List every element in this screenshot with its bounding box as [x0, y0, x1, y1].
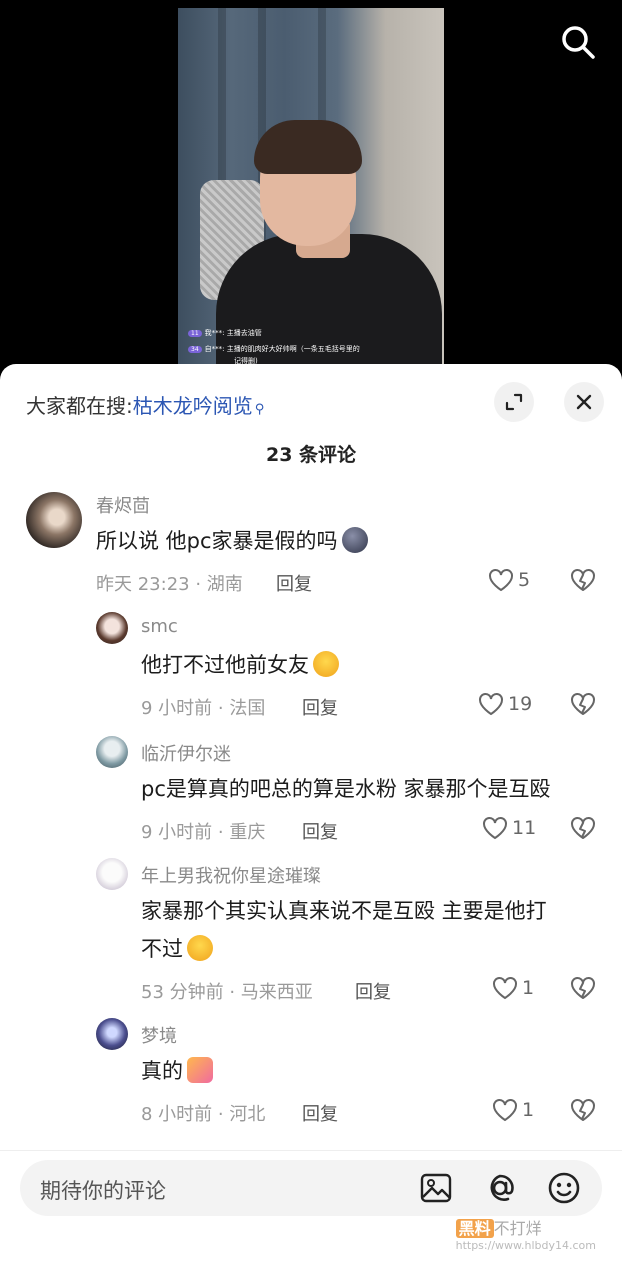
like-count: 1: [522, 977, 535, 999]
dark-face-emoji-icon: [341, 527, 368, 553]
comment-username[interactable]: smc: [141, 616, 178, 637]
level-badge: 34: [188, 346, 202, 353]
like-count: 1: [522, 1099, 535, 1121]
laughing-tears-emoji-icon: [313, 651, 339, 677]
comment-text: 他打不过他前女友: [141, 644, 339, 686]
like-count: 5: [518, 569, 531, 591]
live-chat-line: 34 自***: 主播的肌肉好大好帅啊（一条五毛括号里的: [188, 344, 360, 354]
image-icon[interactable]: [418, 1170, 454, 1206]
heart-icon: [479, 693, 503, 716]
like-count: 11: [512, 817, 537, 839]
broken-heart-icon[interactable]: [570, 692, 596, 716]
comment-time-location: 8 小时前 · 河北: [141, 1104, 266, 1125]
comment-text: 所以说 他pc家暴是假的吗: [96, 520, 368, 562]
comment-input-placeholder: 期待你的评论: [40, 1179, 166, 1203]
avatar[interactable]: [96, 1018, 128, 1050]
like-button[interactable]: 19: [478, 692, 532, 716]
watermark-url: https://www.hlbdy14.com: [455, 1239, 596, 1252]
watermark-badge: 黑料: [455, 1219, 494, 1238]
avatar[interactable]: [96, 736, 128, 768]
chat-user: 自***:: [204, 345, 225, 353]
live-video-area[interactable]: 11 我***: 主播去油管 34 自***: 主播的肌肉好大好帅啊（一条五毛括号里…: [0, 0, 622, 400]
avatar[interactable]: [26, 492, 82, 548]
comment-username[interactable]: 梦境: [141, 1022, 177, 1048]
heart-icon: [493, 1099, 517, 1122]
level-badge: 11: [188, 330, 202, 337]
hot-search[interactable]: 大家都在搜:枯木龙吟阅览 ⚲: [26, 390, 264, 419]
comment-text-line2: 不过: [141, 928, 213, 970]
expand-button[interactable]: [494, 382, 534, 422]
comment-item: 梦境 真的 8 小时前 · 河北 回复 1: [0, 1018, 622, 1138]
comment-item: 临沂伊尔迷 pc是算真的吧总的算是水粉 家暴那个是互殴 9 小时前 · 重庆 回…: [0, 736, 622, 856]
live-chat-line: 11 我***: 主播去油管: [188, 328, 262, 338]
like-count: 19: [508, 693, 533, 715]
heart-icon: [493, 977, 517, 1000]
comment-time-location: 昨天 23:23 · 湖南: [96, 574, 243, 595]
reply-button[interactable]: 回复: [302, 694, 338, 720]
mention-icon[interactable]: [482, 1170, 518, 1206]
watermark: 黑料 不打烊 https://www.hlbdy14.com: [455, 1215, 596, 1252]
chat-user: 我***:: [204, 329, 225, 337]
like-button[interactable]: 1: [492, 976, 534, 1000]
reply-button[interactable]: 回复: [276, 570, 312, 596]
comment-item: 年上男我祝你星途璀璨 家暴那个其实认真来说不是互殴 主要是他打 不过 53 分钟…: [0, 858, 622, 1018]
close-icon: [576, 394, 592, 410]
comment-text: 真的: [141, 1050, 213, 1092]
chat-text: 主播的肌肉好大好帅啊（一条五毛括号里的: [226, 345, 360, 353]
comment-text: 家暴那个其实认真来说不是互殴 主要是他打: [141, 899, 547, 923]
close-button[interactable]: [564, 382, 604, 422]
sheet-header: 大家都在搜:枯木龙吟阅览 ⚲ 23 条评论: [0, 364, 622, 466]
broken-heart-icon[interactable]: [570, 568, 596, 592]
comment-username[interactable]: 春烬茴: [96, 492, 150, 518]
hot-search-label: 大家都在搜:: [26, 394, 133, 418]
heart-icon: [483, 817, 507, 840]
video-frame: 11 我***: 主播去油管 34 自***: 主播的肌肉好大好帅啊（一条五毛括号里…: [178, 8, 444, 368]
small-search-icon: ⚲: [254, 402, 265, 417]
hug-emoji-icon: [187, 1057, 213, 1083]
comment-input[interactable]: 期待你的评论: [20, 1160, 602, 1216]
comment-text: pc是算真的吧总的算是水粉 家暴那个是互殴: [141, 777, 551, 801]
search-icon[interactable]: [560, 24, 596, 60]
comment-item: smc 他打不过他前女友 9 小时前 · 法国 回复 19: [0, 612, 622, 732]
hot-search-keyword[interactable]: 枯木龙吟阅览: [133, 394, 253, 418]
like-button[interactable]: 11: [482, 816, 536, 840]
comment-username[interactable]: 年上男我祝你星途璀璨: [141, 862, 321, 888]
comment-text-content: 所以说 他pc家暴是假的吗: [96, 529, 338, 553]
reply-button[interactable]: 回复: [302, 1100, 338, 1126]
comment-username[interactable]: 临沂伊尔迷: [141, 740, 231, 766]
broken-heart-icon[interactable]: [570, 976, 596, 1000]
comment-input-bar: 期待你的评论 黑料 不打烊 https://www.hlbdy14.com: [0, 1150, 622, 1280]
emoji-icon[interactable]: [546, 1170, 582, 1206]
comment-time-location: 9 小时前 · 法国: [141, 698, 266, 719]
comment-time-location: 53 分钟前 · 马来西亚: [141, 982, 313, 1003]
watermark-text: 不打烊: [493, 1219, 542, 1238]
comment-time-location: 9 小时前 · 重庆: [141, 822, 266, 843]
expand-icon: [505, 393, 523, 411]
broken-heart-icon[interactable]: [570, 1098, 596, 1122]
comment-sheet: 大家都在搜:枯木龙吟阅览 ⚲ 23 条评论 春烬茴 所以说 他pc家暴是假的吗 昨…: [0, 364, 622, 1280]
broken-heart-icon[interactable]: [570, 816, 596, 840]
reply-button[interactable]: 回复: [355, 978, 391, 1004]
streamer-hair: [254, 120, 362, 174]
avatar[interactable]: [96, 612, 128, 644]
comment-text-content: 他打不过他前女友: [141, 653, 309, 677]
comment-item: 春烬茴 所以说 他pc家暴是假的吗 昨天 23:23 · 湖南 回复 5: [0, 488, 622, 608]
avatar[interactable]: [96, 858, 128, 890]
reply-button[interactable]: 回复: [302, 818, 338, 844]
like-button[interactable]: 1: [492, 1098, 534, 1122]
laughing-tears-emoji-icon: [187, 935, 213, 961]
comment-text-content: 不过: [141, 937, 183, 961]
chat-text: 主播去油管: [226, 329, 262, 337]
heart-icon: [489, 569, 513, 592]
comment-count: 23 条评论: [265, 444, 357, 466]
comment-text-content: 真的: [141, 1059, 183, 1083]
like-button[interactable]: 5: [488, 568, 530, 592]
